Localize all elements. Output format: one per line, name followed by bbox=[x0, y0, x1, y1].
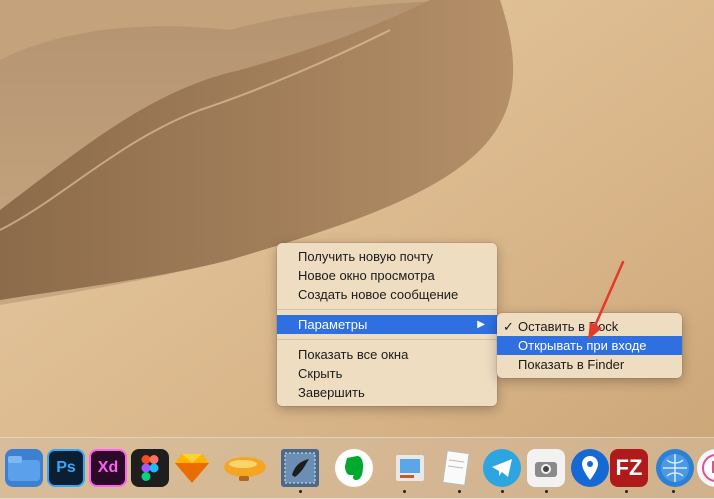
submenu-item-show-in-finder[interactable]: Показать в Finder bbox=[497, 355, 682, 374]
folder-icon[interactable] bbox=[5, 449, 43, 487]
pin-icon[interactable] bbox=[571, 449, 609, 487]
submenu-item-open-at-login[interactable]: Открывать при входе bbox=[497, 336, 682, 355]
adobe-xd-icon[interactable]: Xd bbox=[89, 449, 127, 487]
running-indicator bbox=[625, 490, 628, 493]
menu-separator bbox=[277, 309, 497, 310]
filezilla-icon[interactable]: FZ bbox=[610, 449, 648, 487]
menu-separator bbox=[277, 339, 497, 340]
running-indicator bbox=[299, 490, 302, 493]
menu-item-hide[interactable]: Скрыть bbox=[277, 364, 497, 383]
evernote-icon[interactable] bbox=[335, 449, 373, 487]
checkmark-icon: ✓ bbox=[503, 319, 514, 334]
dock-context-menu: Получить новую почту Новое окно просмотр… bbox=[277, 243, 497, 406]
submenu-item-keep-in-dock[interactable]: ✓ Оставить в Dock bbox=[497, 317, 682, 336]
running-indicator bbox=[403, 490, 406, 493]
notes-icon[interactable] bbox=[437, 449, 475, 487]
globe-icon[interactable] bbox=[656, 449, 694, 487]
menu-item-show-all-windows[interactable]: Показать все окна bbox=[277, 345, 497, 364]
options-submenu: ✓ Оставить в Dock Открывать при входе По… bbox=[497, 313, 682, 378]
running-indicator bbox=[672, 490, 675, 493]
submenu-item-keep-in-dock-label: Оставить в Dock bbox=[518, 319, 619, 334]
running-indicator bbox=[545, 490, 548, 493]
menu-item-new-viewer-window[interactable]: Новое окно просмотра bbox=[277, 266, 497, 285]
blimp-icon[interactable] bbox=[221, 449, 269, 487]
submenu-arrow-icon: ▶ bbox=[477, 319, 485, 330]
menu-item-new-message[interactable]: Создать новое сообщение bbox=[277, 285, 497, 304]
screenshot-icon[interactable] bbox=[527, 449, 565, 487]
menu-item-get-new-mail[interactable]: Получить новую почту bbox=[277, 247, 497, 266]
menu-item-options[interactable]: Параметры ▶ bbox=[277, 315, 497, 334]
running-indicator bbox=[501, 490, 504, 493]
photoshop-icon[interactable]: Ps bbox=[47, 449, 85, 487]
preview-icon[interactable] bbox=[391, 449, 429, 487]
menu-item-quit[interactable]: Завершить bbox=[277, 383, 497, 402]
running-indicator bbox=[458, 490, 461, 493]
telegram-icon[interactable] bbox=[483, 449, 521, 487]
figma-icon[interactable] bbox=[131, 449, 169, 487]
menu-item-options-label: Параметры bbox=[298, 317, 368, 332]
sketch-icon[interactable] bbox=[173, 449, 211, 487]
mail-stamp-icon[interactable] bbox=[281, 449, 319, 487]
